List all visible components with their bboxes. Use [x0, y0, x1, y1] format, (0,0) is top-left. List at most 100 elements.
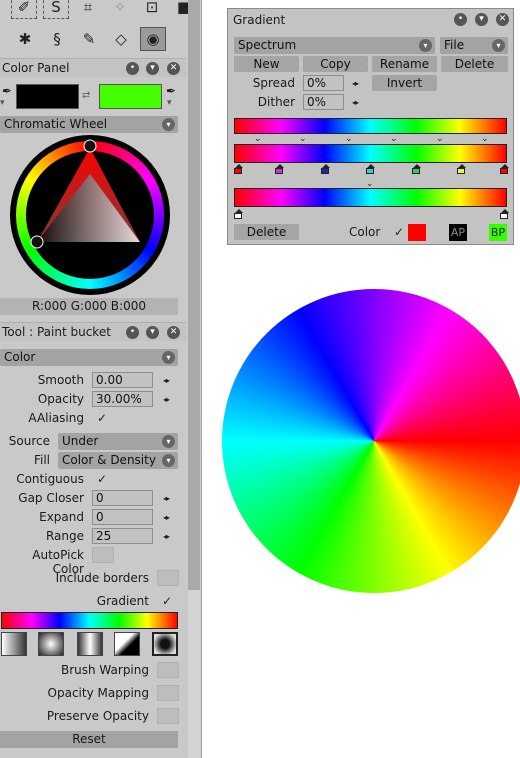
range-field[interactable]: 25: [92, 528, 153, 544]
diagonal-gradient-button[interactable]: [114, 632, 140, 656]
color-stop-knot[interactable]: [457, 164, 466, 174]
close-icon[interactable]: ✕: [167, 62, 180, 75]
spread-field[interactable]: 0%: [303, 75, 344, 91]
opacity-stop-knot[interactable]: [500, 209, 509, 219]
source-label: Source: [8, 434, 50, 448]
magic-wand-tool-icon[interactable]: ✧: [107, 0, 133, 19]
radial-gradient-button[interactable]: [38, 632, 64, 656]
hue-handle[interactable]: [83, 139, 97, 153]
eyedropper-right-icon[interactable]: ✒: [166, 84, 176, 98]
smooth-spinner-icon[interactable]: ◂▸: [163, 376, 170, 385]
dither-field[interactable]: 0%: [303, 94, 344, 110]
color-handle[interactable]: [30, 235, 44, 249]
invert-button[interactable]: Invert: [372, 75, 437, 91]
opacity-stop-knot[interactable]: [234, 209, 243, 219]
midpoint-marker-icon[interactable]: ⌄: [254, 135, 262, 144]
smooth-field[interactable]: 0.00: [92, 372, 153, 388]
source-dropdown[interactable]: Under ▾: [58, 433, 178, 450]
midpoint-marker-icon[interactable]: ⌄: [436, 135, 444, 144]
swap-colors-icon[interactable]: ⇄: [82, 90, 90, 101]
opacity-spinner-icon[interactable]: ◂▸: [163, 395, 170, 404]
brush-warping-toggle[interactable]: [157, 662, 179, 678]
bp-swatch[interactable]: BP: [489, 224, 507, 241]
gap-closer-field[interactable]: 0: [92, 490, 153, 506]
stop-color-checkbox[interactable]: ✓: [394, 225, 404, 239]
stop-color-swatch[interactable]: [408, 224, 426, 241]
spread-spinner-icon[interactable]: ◂▸: [352, 79, 359, 88]
curve-tool-icon[interactable]: §: [44, 27, 70, 51]
source-value: Under: [62, 434, 99, 448]
autopick-color-toggle[interactable]: [92, 547, 114, 563]
select-s-tool-icon[interactable]: S: [43, 0, 69, 19]
new-gradient-button[interactable]: New: [234, 56, 299, 72]
collapse-icon[interactable]: ▾: [146, 326, 159, 339]
eyedropper-left-icon[interactable]: ✒: [2, 84, 12, 98]
panel-menu-icon[interactable]: •: [126, 62, 139, 75]
range-spinner-icon[interactable]: ◂▸: [163, 532, 170, 541]
delete-gradient-button[interactable]: Delete: [441, 56, 508, 72]
gradient-preset-dropdown[interactable]: Spectrum ▾: [234, 37, 435, 54]
collapse-icon[interactable]: ▾: [146, 62, 159, 75]
color-mode-dropdown[interactable]: Chromatic Wheel ▾: [0, 116, 178, 133]
expand-spinner-icon[interactable]: ◂▸: [163, 513, 170, 522]
brush-tool-icon[interactable]: ✎: [76, 27, 102, 51]
contiguous-checkbox[interactable]: ✓: [97, 472, 107, 486]
ap-swatch[interactable]: AP: [449, 224, 467, 241]
left-panel-scroll-track[interactable]: [188, 590, 200, 758]
rename-gradient-button[interactable]: Rename: [372, 56, 437, 72]
color-stop-knot[interactable]: [500, 164, 509, 174]
chromatic-wheel[interactable]: [0, 134, 186, 296]
file-menu-dropdown[interactable]: File ▾: [440, 37, 508, 54]
linear-gradient-button[interactable]: [1, 632, 27, 656]
fill-dropdown[interactable]: Color & Density ▾: [58, 452, 178, 469]
expand-field[interactable]: 0: [92, 509, 153, 525]
midpoint-marker-icon[interactable]: ⌄: [299, 135, 307, 144]
close-icon[interactable]: ✕: [167, 326, 180, 339]
gap-closer-spinner-icon[interactable]: ◂▸: [163, 494, 170, 503]
opacity-mapping-toggle[interactable]: [157, 685, 179, 701]
crop-tool-icon[interactable]: ⌗: [75, 0, 101, 19]
settings-bug-icon[interactable]: ✱: [12, 27, 38, 51]
aaliasing-checkbox[interactable]: ✓: [97, 411, 107, 425]
copy-gradient-button[interactable]: Copy: [303, 56, 368, 72]
mirror-gradient-button[interactable]: [77, 632, 103, 656]
delete-stop-button[interactable]: Delete: [234, 224, 299, 240]
panel-menu-icon[interactable]: •: [454, 13, 467, 26]
sub-color-swatch[interactable]: [99, 84, 162, 109]
opacity-stop-bar[interactable]: [234, 188, 507, 207]
gradient-checkbox[interactable]: ✓: [162, 594, 172, 608]
left-panel-scrollbar[interactable]: [188, 0, 200, 590]
left-panel: ✐ S ⌗ ✧ ⊡ ■ ✱ § ✎ ◇ ◉ Color Panel • ▾ ✕ …: [0, 0, 202, 758]
include-borders-toggle[interactable]: [157, 570, 179, 586]
midpoint-marker-icon[interactable]: ⌄: [345, 135, 353, 144]
collapse-icon[interactable]: ▾: [475, 13, 488, 26]
color-stop-knot[interactable]: [366, 164, 375, 174]
sub-color-menu-icon[interactable]: ▾: [167, 98, 172, 108]
close-icon[interactable]: ✕: [496, 13, 509, 26]
paint-bucket-tool-icon[interactable]: ◉: [140, 27, 166, 51]
aaliasing-label: AAliasing: [28, 411, 84, 425]
midpoint-marker-icon[interactable]: ⌄: [481, 135, 489, 144]
main-color-menu-icon[interactable]: ▾: [0, 98, 5, 108]
preserve-opacity-toggle[interactable]: [157, 708, 179, 724]
transform-tool-icon[interactable]: ⊡: [139, 0, 165, 19]
panel-menu-icon[interactable]: •: [126, 326, 139, 339]
main-color-swatch[interactable]: [16, 84, 79, 109]
color-stop-knot[interactable]: [275, 164, 284, 174]
midpoint-marker-row: ⌄ ⌄ ⌄ ⌄ ⌄ ⌄: [234, 135, 507, 144]
reset-button[interactable]: Reset: [0, 731, 178, 748]
opacity-midpoint-icon[interactable]: ⌄: [366, 180, 374, 189]
square-gradient-button[interactable]: [152, 632, 178, 656]
tool-category-dropdown[interactable]: Color ▾: [0, 349, 178, 366]
gradient-preview-bar[interactable]: [1, 612, 178, 629]
dither-spinner-icon[interactable]: ◂▸: [352, 98, 359, 107]
color-stop-knot[interactable]: [412, 164, 421, 174]
opacity-field[interactable]: 30.00%: [92, 391, 153, 407]
midpoint-marker-icon[interactable]: ⌄: [390, 135, 398, 144]
color-stop-knot[interactable]: [321, 164, 330, 174]
lasso-tool-icon[interactable]: ✐: [11, 0, 37, 19]
eraser-tool-icon[interactable]: ◇: [108, 27, 134, 51]
color-stop-knot[interactable]: [234, 164, 243, 174]
include-borders-label: Include borders: [55, 571, 149, 585]
color-stop-bar[interactable]: [234, 144, 507, 163]
